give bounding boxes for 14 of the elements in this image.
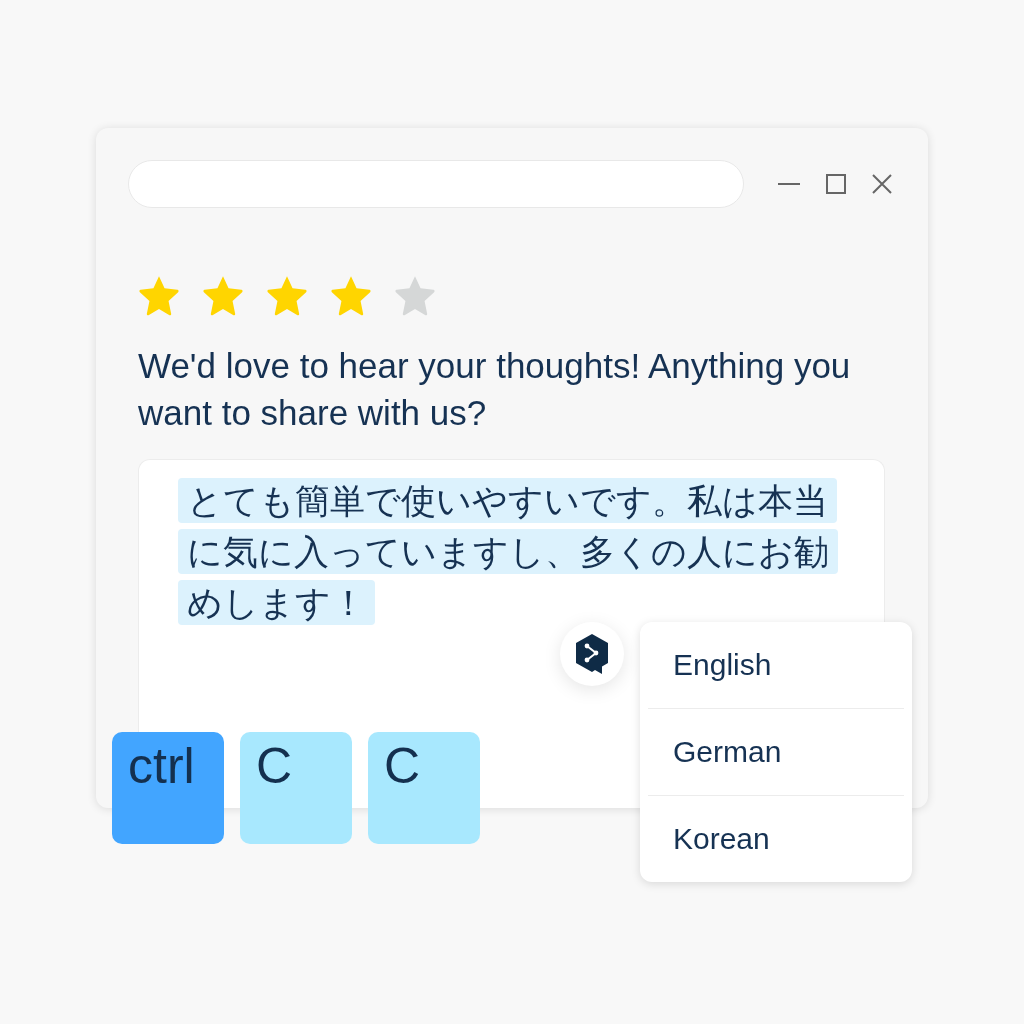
close-icon[interactable] (872, 174, 892, 194)
hexagon-bubble-icon (576, 634, 608, 674)
star-icon[interactable] (266, 276, 308, 317)
prompt-text: We'd love to hear your thoughts! Anything you want to share with us? (138, 345, 852, 434)
star-icon[interactable] (202, 276, 244, 317)
minimize-icon[interactable] (778, 183, 800, 185)
star-icon[interactable] (394, 276, 436, 317)
star-icon[interactable] (138, 276, 180, 317)
keyboard-key: C (368, 732, 480, 844)
maximize-icon[interactable] (826, 174, 846, 194)
star-icon[interactable] (330, 276, 372, 317)
star-rating[interactable] (138, 276, 436, 317)
keyboard-key: C (240, 732, 352, 844)
keyboard-key: ctrl (112, 732, 224, 844)
